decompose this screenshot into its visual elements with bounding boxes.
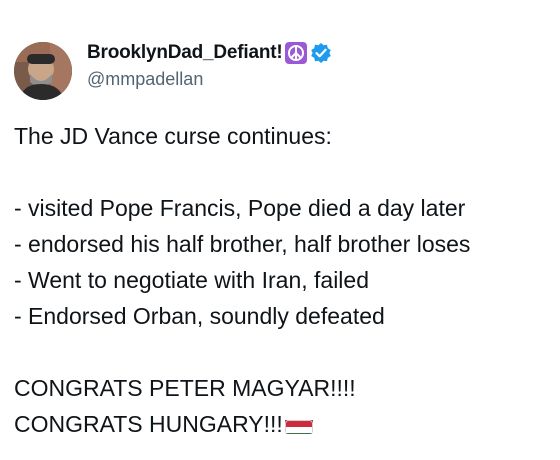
tweet-line-text: CONGRATS HUNGARY!!! (14, 411, 283, 437)
avatar[interactable] (14, 42, 72, 100)
tweet-line: - visited Pope Francis, Pope died a day … (14, 195, 466, 221)
tweet-line: CONGRATS PETER MAGYAR!!!! (14, 375, 356, 401)
tweet-text: The JD Vance curse continues: - visited … (14, 118, 554, 442)
verified-badge-icon[interactable] (310, 42, 332, 64)
hungary-flag-icon (284, 414, 313, 434)
display-name[interactable]: BrooklynDad_Defiant! (87, 42, 283, 64)
tweet-line: - Went to negotiate with Iran, failed (14, 267, 369, 293)
tweet-line: - endorsed his half brother, half brothe… (14, 231, 471, 257)
user-handle[interactable]: @mmpadellan (87, 69, 332, 90)
tweet-line-final: CONGRATS HUNGARY!!! (14, 406, 554, 442)
tweet-header: BrooklynDad_Defiant! @mmpadellan (14, 38, 544, 102)
tweet-line: - Endorsed Orban, soundly defeated (14, 303, 385, 329)
tweet-line: The JD Vance curse continues: (14, 123, 332, 149)
peace-symbol-icon (284, 42, 307, 64)
